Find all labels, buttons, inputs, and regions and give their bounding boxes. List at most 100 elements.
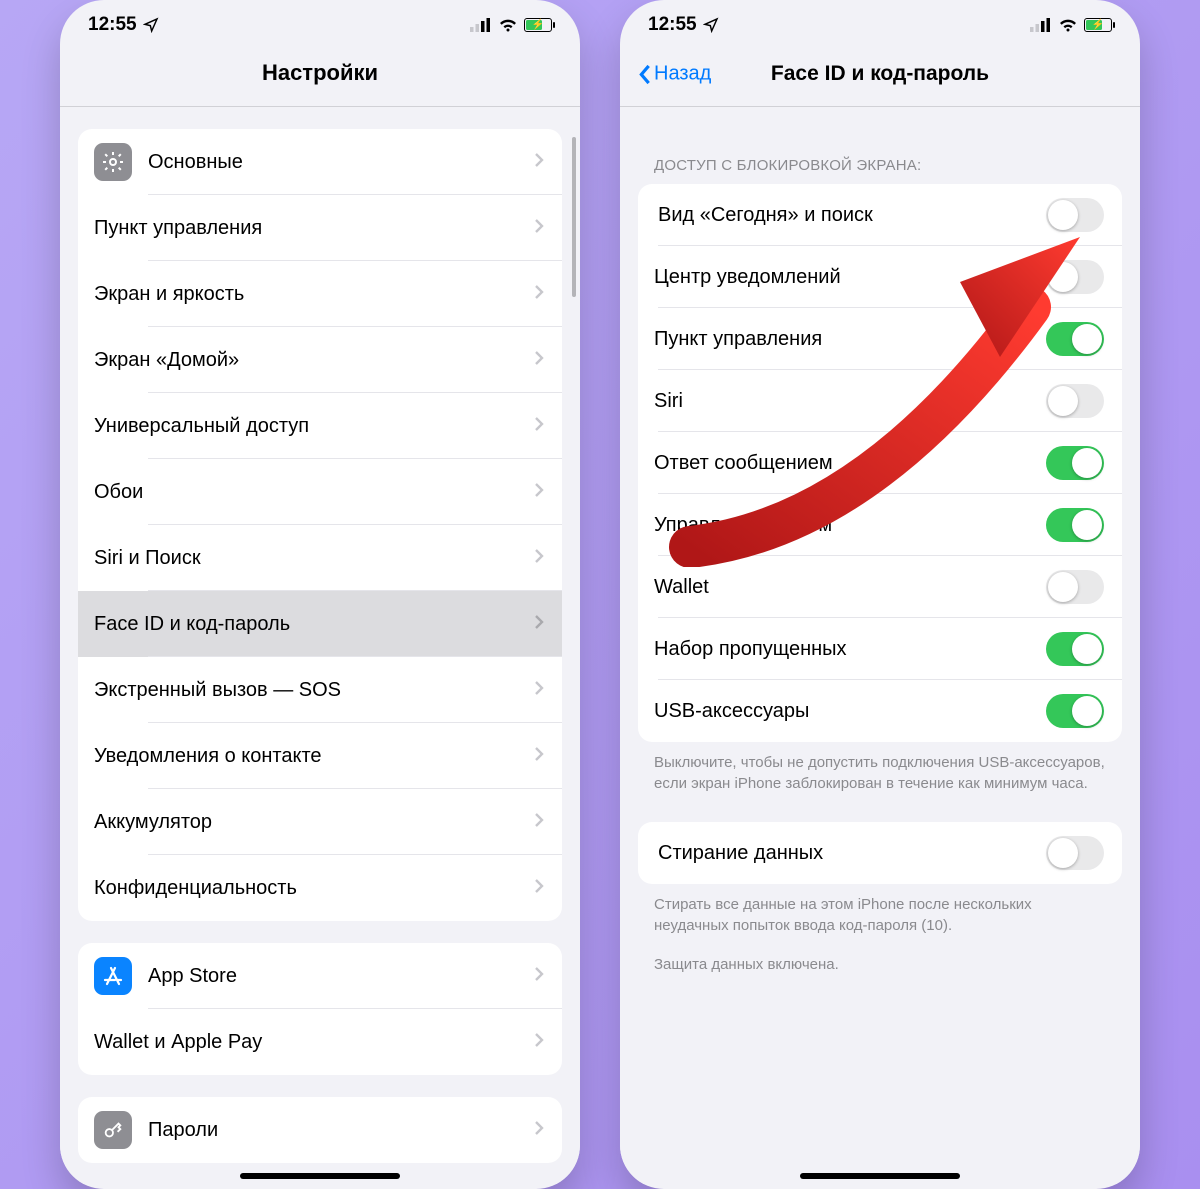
cellular-icon [1030, 18, 1052, 32]
usb-footer-text: Выключите, чтобы не допустить подключени… [620, 742, 1140, 794]
chevron-right-icon [534, 349, 544, 372]
erase-footer-text-2: Защита данных включена. [620, 936, 1140, 975]
chevron-right-icon [534, 1031, 544, 1054]
nav-header: Назад Face ID и код-пароль [620, 42, 1140, 106]
toggle-home-control[interactable] [1046, 508, 1104, 542]
erase-footer-text-1: Стирать все данные на этом iPhone после … [620, 884, 1140, 936]
gear-icon [94, 143, 132, 181]
home-indicator[interactable] [240, 1173, 400, 1179]
page-title: Настройки [60, 42, 580, 106]
row-label: Аккумулятор [94, 811, 534, 834]
wifi-icon [1058, 18, 1078, 32]
row-label: Siri [654, 390, 1046, 413]
settings-row-accessibility[interactable]: Универсальный доступ [78, 393, 562, 459]
settings-row-face-id[interactable]: Face ID и код-пароль [78, 591, 562, 657]
settings-row-general[interactable]: Основные [78, 129, 562, 195]
location-icon [703, 17, 719, 33]
section-header-lock-access: ДОСТУП С БЛОКИРОВКОЙ ЭКРАНА: [620, 157, 1140, 174]
toggle-reply-message[interactable] [1046, 446, 1104, 480]
toggle-control-center[interactable] [1046, 322, 1104, 356]
chevron-right-icon [534, 877, 544, 900]
home-indicator[interactable] [800, 1173, 960, 1179]
toggle-usb[interactable] [1046, 694, 1104, 728]
key-icon [94, 1111, 132, 1149]
toggle-wallet[interactable] [1046, 570, 1104, 604]
face-id-passcode-screen: 12:55 ⚡ Назад Face ID и код-пароль ДОСТУ… [620, 0, 1140, 1189]
toggle-today[interactable] [1046, 198, 1104, 232]
chevron-right-icon [534, 547, 544, 570]
settings-row-passwords[interactable]: Пароли [78, 1097, 562, 1163]
chevron-right-icon [534, 151, 544, 174]
chevron-right-icon [534, 965, 544, 988]
settings-group-1: Основные Пункт управления AA Экран и ярк… [78, 129, 562, 921]
toggle-row-home-control[interactable]: Управление домом [638, 494, 1122, 556]
row-label: Универсальный доступ [94, 415, 534, 438]
back-label: Назад [654, 63, 711, 86]
settings-row-exposure[interactable]: Уведомления о контакте [78, 723, 562, 789]
row-label: Центр уведомлений [654, 266, 1046, 289]
location-icon [143, 17, 159, 33]
appstore-icon [94, 957, 132, 995]
row-label: Конфиденциальность [94, 877, 534, 900]
row-label: Wallet [654, 576, 1046, 599]
scrollbar[interactable] [572, 137, 576, 297]
erase-data-group: Стирание данных [638, 822, 1122, 884]
row-label: Пункт управления [94, 217, 534, 240]
page-title: Face ID и код-пароль [771, 62, 989, 85]
chevron-right-icon [534, 811, 544, 834]
chevron-right-icon [534, 283, 544, 306]
settings-row-control-center[interactable]: Пункт управления [78, 195, 562, 261]
row-label: Экран и яркость [94, 283, 534, 306]
settings-row-wallet[interactable]: Wallet и Apple Pay [78, 1009, 562, 1075]
settings-row-display[interactable]: AA Экран и яркость [78, 261, 562, 327]
row-label: Пункт управления [654, 328, 1046, 351]
status-time: 12:55 [648, 14, 697, 36]
toggle-row-control-center[interactable]: Пункт управления [638, 308, 1122, 370]
chevron-right-icon [534, 415, 544, 438]
wifi-icon [498, 18, 518, 32]
settings-row-privacy[interactable]: Конфиденциальность [78, 855, 562, 921]
battery-icon: ⚡ [524, 18, 552, 32]
settings-group-3-peek: Пароли [78, 1097, 562, 1163]
row-label: Управление домом [654, 514, 1046, 537]
row-label: Пароли [148, 1119, 534, 1142]
toggle-row-today[interactable]: Вид «Сегодня» и поиск [638, 184, 1122, 246]
toggle-notification-center[interactable] [1046, 260, 1104, 294]
settings-row-wallpaper[interactable]: Обои [78, 459, 562, 525]
row-label: Siri и Поиск [94, 547, 534, 570]
settings-group-2: App Store Wallet и Apple Pay [78, 943, 562, 1075]
settings-row-home-screen[interactable]: Экран «Домой» [78, 327, 562, 393]
settings-row-appstore[interactable]: App Store [78, 943, 562, 1009]
row-label: Ответ сообщением [654, 452, 1046, 475]
settings-row-battery[interactable]: Аккумулятор [78, 789, 562, 855]
chevron-right-icon [534, 613, 544, 636]
toggle-row-usb[interactable]: USB-аксессуары [638, 680, 1122, 742]
chevron-right-icon [534, 679, 544, 702]
settings-row-siri[interactable]: Siri и Поиск [78, 525, 562, 591]
row-label: Face ID и код-пароль [94, 613, 534, 636]
settings-row-sos[interactable]: SOS Экстренный вызов — SOS [78, 657, 562, 723]
row-label: Стирание данных [658, 842, 1046, 865]
toggle-erase-data[interactable] [1046, 836, 1104, 870]
toggle-row-erase-data[interactable]: Стирание данных [638, 822, 1122, 884]
chevron-right-icon [534, 1119, 544, 1142]
toggle-row-reply-message[interactable]: Ответ сообщением [638, 432, 1122, 494]
toggle-row-return-missed[interactable]: Набор пропущенных [638, 618, 1122, 680]
toggle-row-wallet[interactable]: Wallet [638, 556, 1122, 618]
row-label: Уведомления о контакте [94, 745, 534, 768]
toggle-siri[interactable] [1046, 384, 1104, 418]
cellular-icon [470, 18, 492, 32]
toggle-return-missed[interactable] [1046, 632, 1104, 666]
row-label: Экстренный вызов — SOS [94, 679, 534, 702]
toggle-row-siri[interactable]: Siri [638, 370, 1122, 432]
status-time: 12:55 [88, 14, 137, 36]
battery-icon: ⚡ [1084, 18, 1112, 32]
row-label: Wallet и Apple Pay [94, 1031, 534, 1054]
row-label: Основные [148, 151, 534, 174]
row-label: Набор пропущенных [654, 638, 1046, 661]
row-label: Вид «Сегодня» и поиск [658, 204, 1046, 227]
toggle-row-notification-center[interactable]: Центр уведомлений [638, 246, 1122, 308]
settings-screen: 12:55 ⚡ Настройки Основные [60, 0, 580, 1189]
back-button[interactable]: Назад [638, 63, 711, 86]
row-label: App Store [148, 965, 534, 988]
